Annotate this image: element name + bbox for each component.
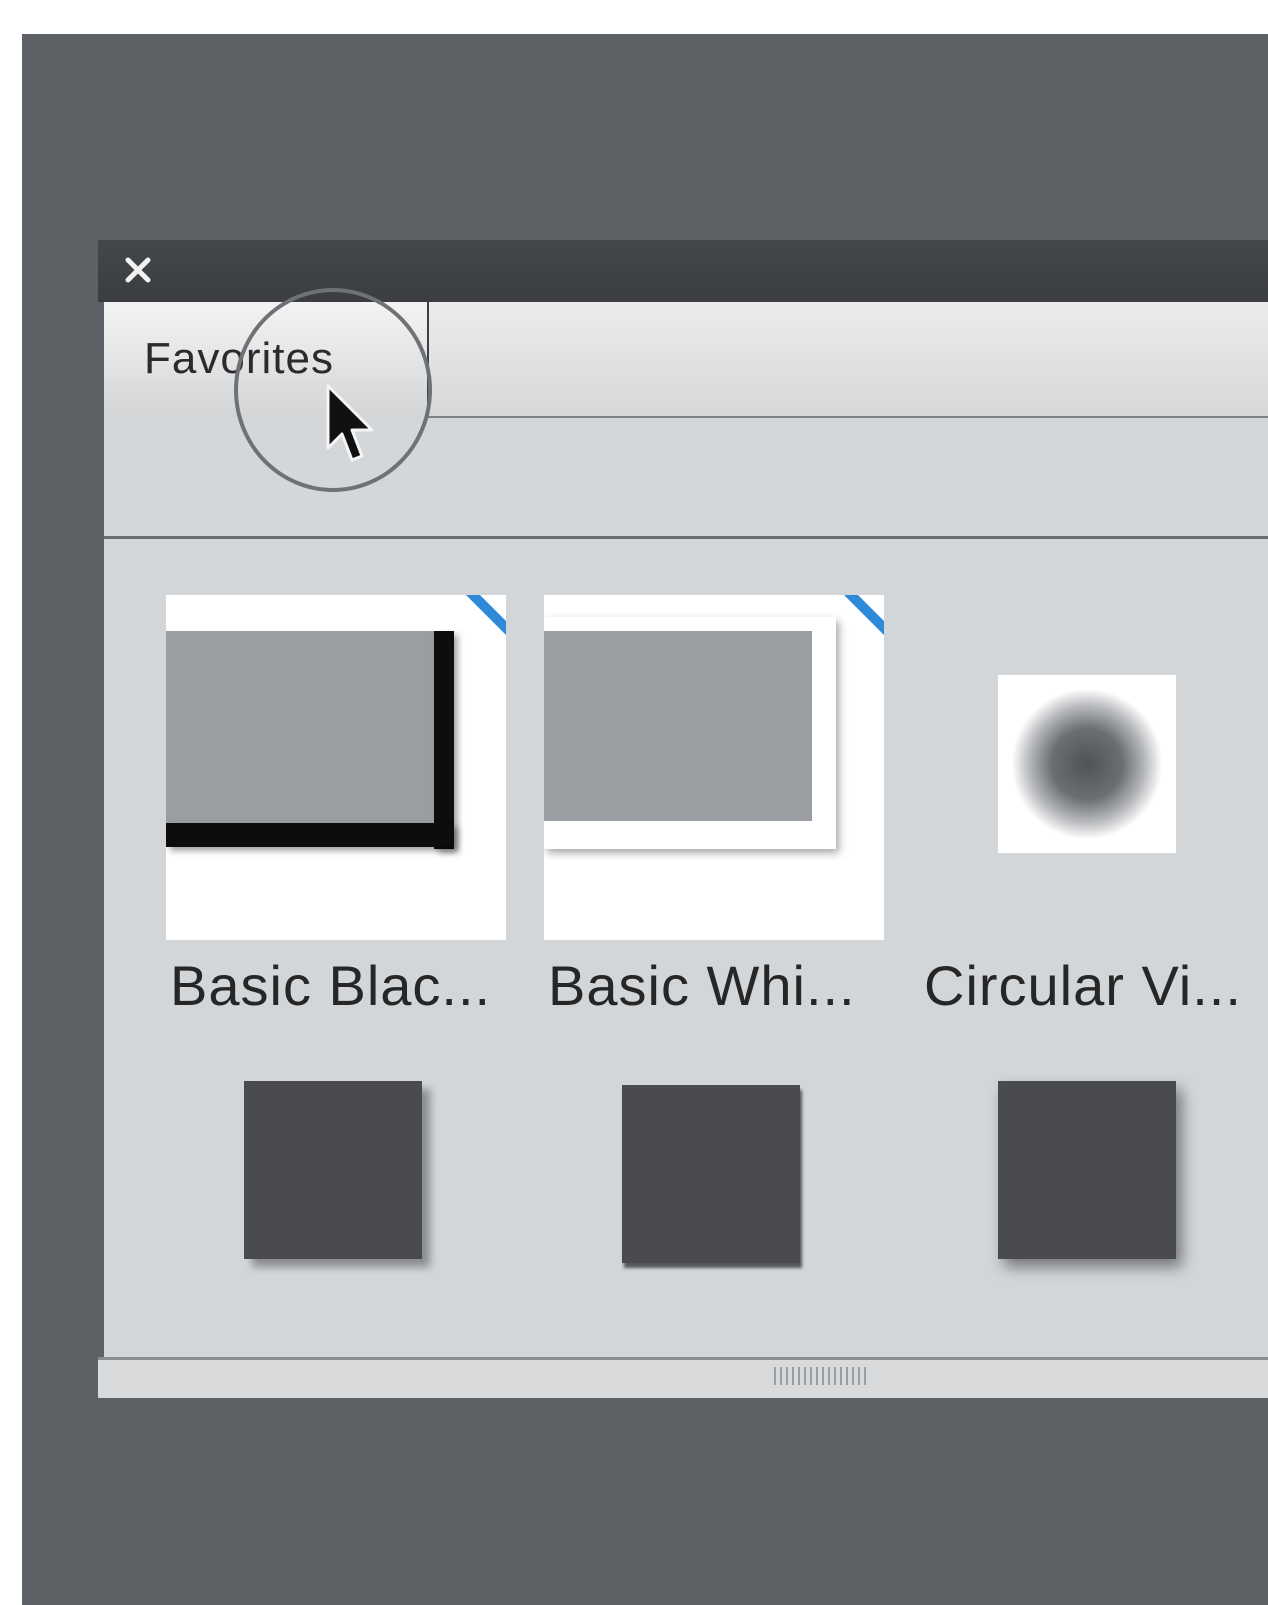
panel-titlebar	[98, 240, 1268, 302]
item-label: Basic Whi...	[548, 954, 856, 1017]
tab-favorites-label: Favorites	[144, 334, 334, 383]
tab-favorites[interactable]: Favorites	[104, 302, 427, 418]
favorites-grid: Basic Blac... Basic Whi... Circular Vi..…	[104, 539, 1268, 1361]
item-label: Circular Vi...	[924, 954, 1242, 1017]
effects-panel: Favorites Basic Blac... Basic Whi... Cir…	[98, 240, 1268, 1425]
close-icon	[125, 257, 151, 283]
drop-shadow-square-icon[interactable]	[244, 1081, 422, 1259]
panel-toolbar-area	[104, 418, 1268, 539]
resize-grip[interactable]	[774, 1367, 866, 1385]
favorite-corner-badge	[466, 595, 506, 635]
favorite-corner-badge	[844, 595, 884, 635]
basic-black-thumbnail	[166, 595, 506, 940]
tab-bar-empty	[427, 302, 1268, 418]
item-label: Basic Blac...	[170, 954, 492, 1017]
tab-bar: Favorites	[104, 302, 1268, 418]
drop-shadow-square-icon[interactable]	[622, 1085, 800, 1263]
close-button[interactable]	[120, 252, 156, 288]
drop-shadow-square-icon[interactable]	[998, 1081, 1176, 1259]
panel-footer	[98, 1357, 1268, 1398]
basic-white-thumbnail	[544, 595, 884, 940]
circular-vignette-thumbnail	[998, 675, 1176, 853]
